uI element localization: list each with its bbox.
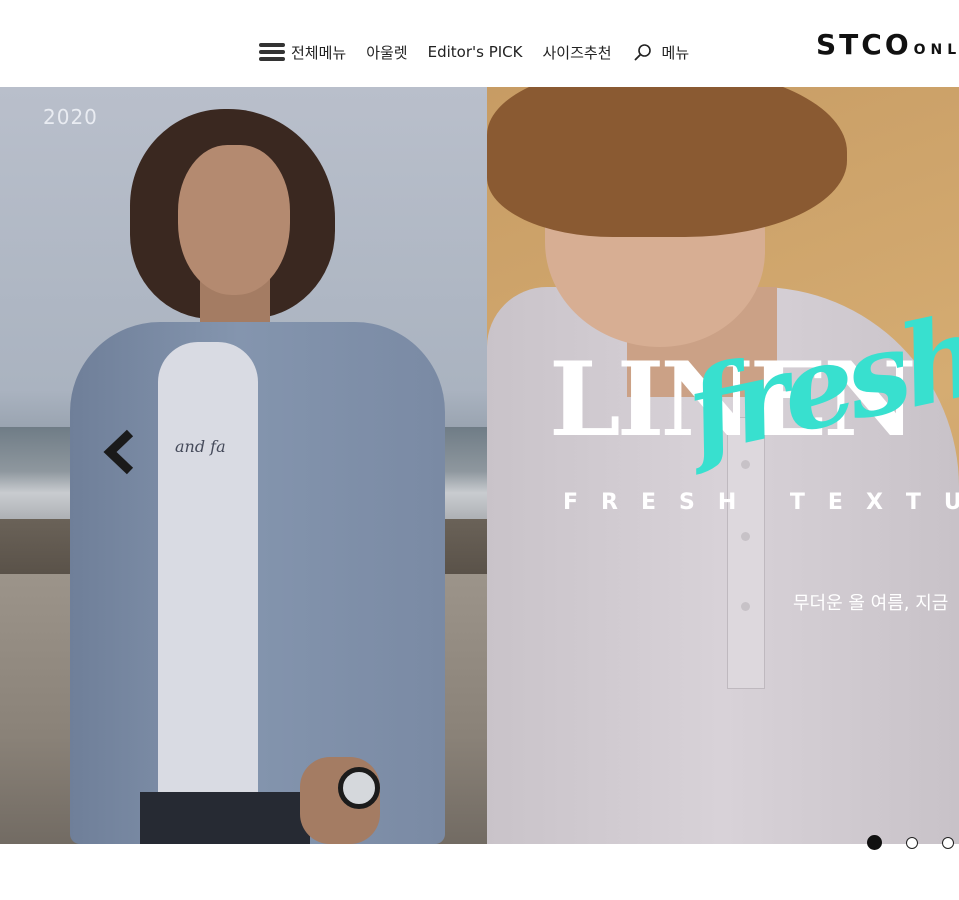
- nav-item-size-recommend[interactable]: 사이즈추천: [543, 42, 612, 63]
- search-icon: [634, 44, 651, 61]
- nav-item-outlet[interactable]: 아울렛: [366, 42, 407, 63]
- hero-banner[interactable]: and fa 2020 LINEN fresh FRESH TEXTUR 무더운…: [0, 87, 959, 844]
- wristwatch: [338, 767, 380, 809]
- size-recommend-label: 사이즈추천: [542, 43, 612, 62]
- pagination-dot-1[interactable]: [867, 835, 882, 850]
- slider-pagination: [867, 835, 959, 850]
- tee-print: and fa: [175, 437, 226, 456]
- menu-label: 메뉴: [661, 43, 690, 62]
- all-menu-button[interactable]: 전체메뉴: [259, 42, 346, 63]
- nav-item-editors-pick[interactable]: Editor's PICK: [428, 43, 523, 61]
- chevron-left-icon[interactable]: [100, 427, 140, 477]
- brand-logo[interactable]: STCO ONL: [816, 28, 959, 61]
- slide-subcopy: 무더운 올 여름, 지금: [793, 593, 949, 614]
- hamburger-icon: [259, 42, 285, 62]
- main-nav: 전체메뉴 아울렛 Editor's PICK 사이즈추천 메뉴: [259, 40, 689, 64]
- search-menu-button[interactable]: 메뉴: [632, 42, 690, 63]
- logo-sub-text: ONL: [913, 42, 959, 58]
- pagination-dot-3[interactable]: [942, 836, 954, 849]
- slide-tagline: FRESH TEXTUR: [563, 490, 959, 515]
- pagination-dot-2[interactable]: [906, 836, 918, 849]
- slide-right-image: LINEN fresh FRESH TEXTUR 무더운 올 여름, 지금: [487, 87, 959, 844]
- slide-year: 2020: [43, 105, 98, 129]
- slide-left-image: and fa 2020: [0, 87, 487, 844]
- logo-main-text: STCO: [816, 28, 912, 61]
- site-header: 전체메뉴 아울렛 Editor's PICK 사이즈추천 메뉴 STCO ONL: [0, 0, 959, 87]
- editors-pick-label: Editor's PICK: [427, 43, 523, 61]
- all-menu-label: 전체메뉴: [291, 43, 347, 62]
- outlet-label: 아울렛: [366, 43, 408, 62]
